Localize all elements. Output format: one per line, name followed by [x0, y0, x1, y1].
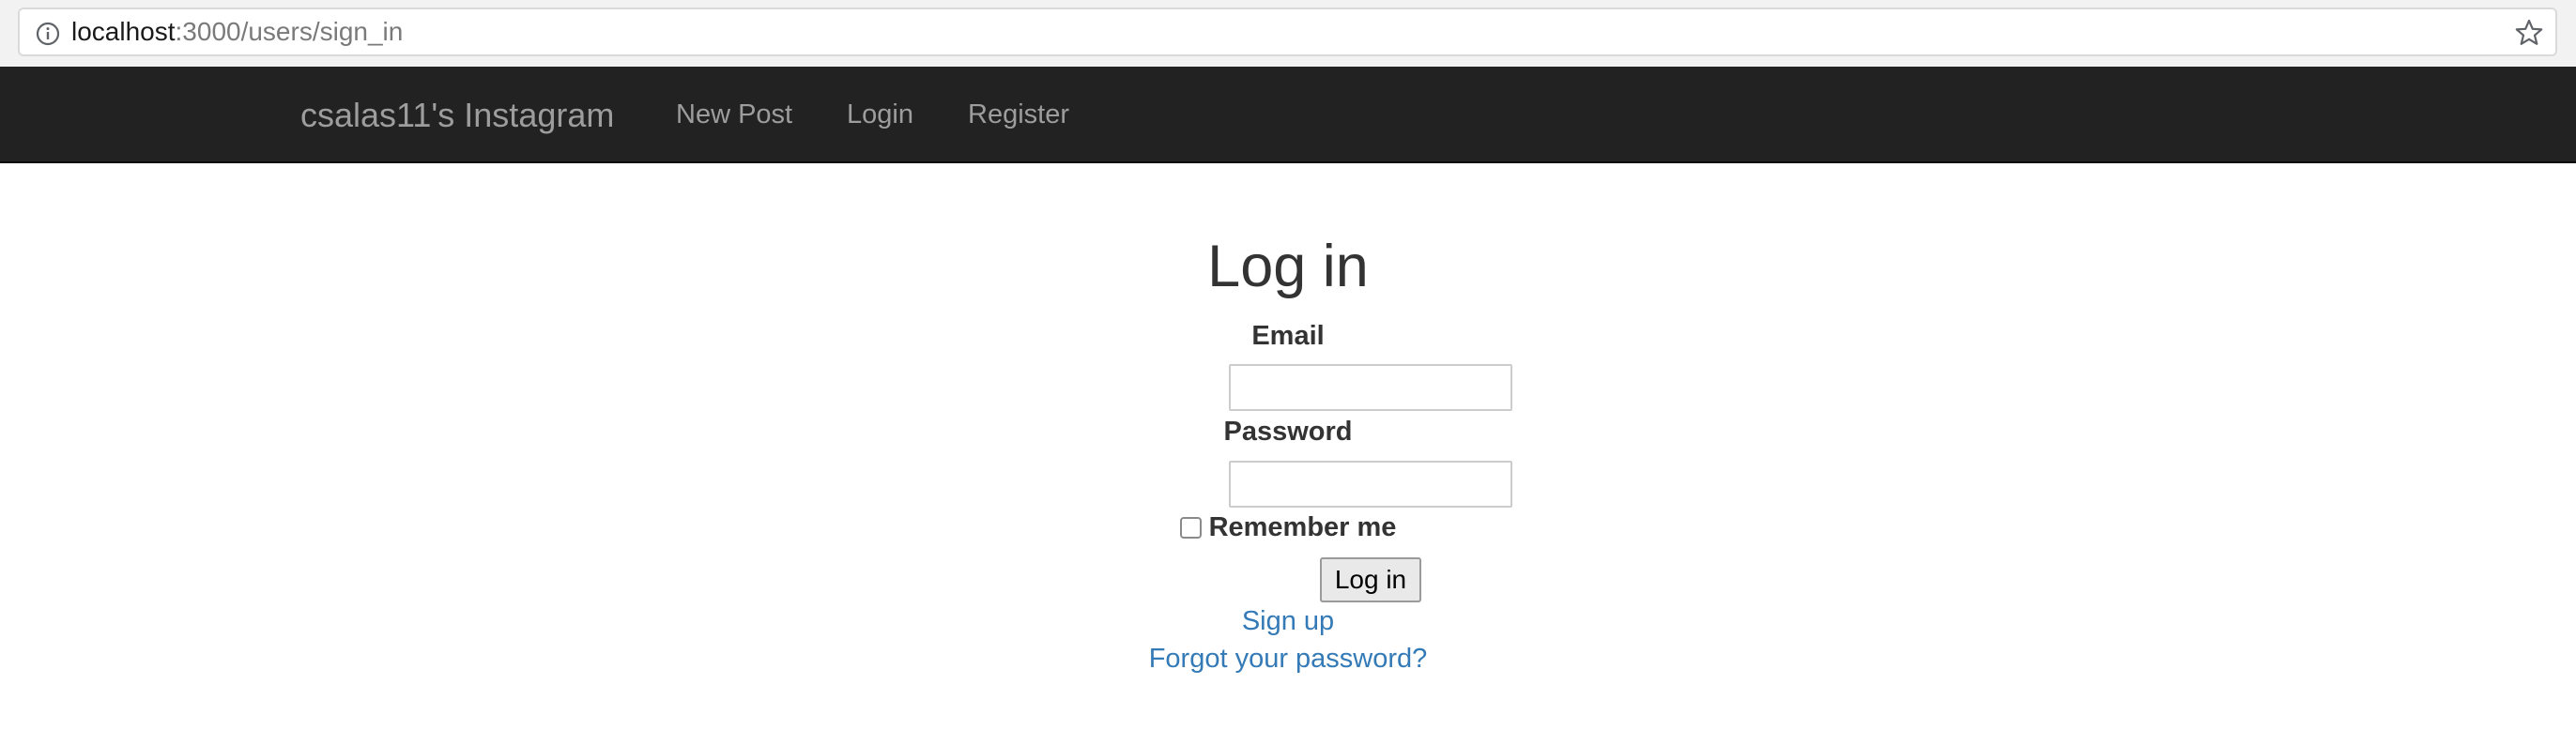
browser-toolbar: localhost:3000/users/sign_in: [0, 0, 2576, 67]
url-path: :3000/users/sign_in: [175, 17, 404, 46]
email-field[interactable]: [1229, 364, 1512, 411]
url-text[interactable]: localhost:3000/users/sign_in: [71, 9, 403, 54]
nav-new-post[interactable]: New Post: [676, 67, 792, 163]
star-icon[interactable]: [2514, 18, 2544, 48]
password-label: Password: [1223, 417, 1353, 447]
password-field[interactable]: [1229, 461, 1512, 508]
nav-register[interactable]: Register: [968, 67, 1069, 163]
email-label: Email: [1251, 321, 1325, 351]
remember-me-row: Remember me: [0, 510, 2576, 544]
sign-up-link[interactable]: Sign up: [0, 604, 2576, 638]
remember-me-checkbox[interactable]: [1179, 516, 1202, 539]
forgot-password-link[interactable]: Forgot your password?: [0, 642, 2576, 676]
address-bar[interactable]: localhost:3000/users/sign_in: [18, 8, 2557, 56]
remember-me-label[interactable]: Remember me: [1209, 512, 1397, 543]
info-icon[interactable]: [35, 21, 61, 47]
page-title: Log in: [1207, 234, 1369, 299]
navbar-brand[interactable]: csalas11's Instagram: [300, 67, 614, 163]
login-submit-button[interactable]: Log in: [1320, 557, 1421, 602]
navbar: csalas11's Instagram New Post Login Regi…: [0, 67, 2576, 163]
nav-login[interactable]: Login: [847, 67, 913, 163]
url-host: localhost: [71, 17, 176, 46]
